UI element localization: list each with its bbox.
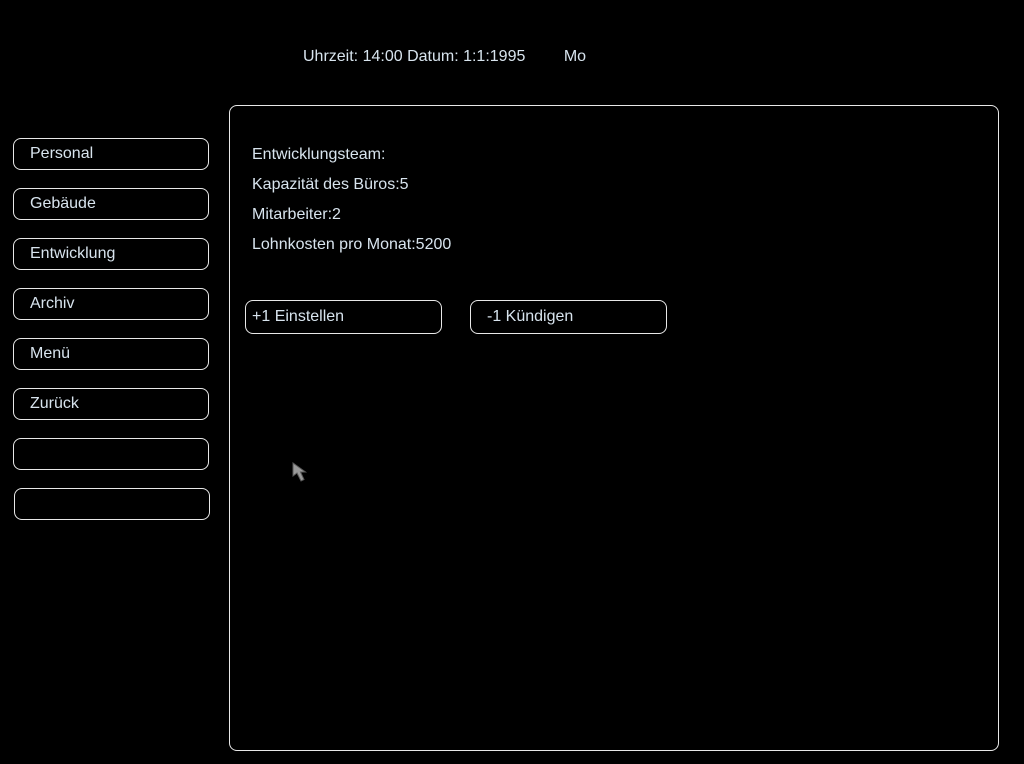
employee-count: Mitarbeiter:2: [252, 206, 341, 223]
weekday-display: Mo: [563, 48, 587, 65]
office-capacity: Kapazität des Büros:5: [252, 176, 409, 193]
menu-button-empty-1[interactable]: [13, 438, 209, 470]
hire-button[interactable]: +1 Einstellen: [245, 300, 442, 334]
menu-button-empty-2[interactable]: [14, 488, 210, 520]
monthly-wage-costs: Lohnkosten pro Monat:5200: [252, 236, 452, 253]
menu-button-archive[interactable]: Archiv: [13, 288, 209, 320]
mouse-pointer-icon: [292, 462, 308, 482]
fire-button[interactable]: -1 Kündigen: [470, 300, 667, 334]
time-display: Uhrzeit: 14:00: [303, 48, 403, 65]
content-panel: [229, 105, 999, 751]
menu-button-menu[interactable]: Menü: [13, 338, 209, 370]
team-heading: Entwicklungsteam:: [252, 146, 386, 163]
status-bar: Uhrzeit: 14:00 Datum: 1:1:1995 Mo: [303, 47, 586, 67]
menu-button-back[interactable]: Zurück: [13, 388, 209, 420]
menu-button-buildings[interactable]: Gebäude: [13, 188, 209, 220]
date-display: Datum: 1:1:1995: [407, 48, 526, 65]
menu-button-personal[interactable]: Personal: [13, 138, 209, 170]
menu-button-development[interactable]: Entwicklung: [13, 238, 209, 270]
